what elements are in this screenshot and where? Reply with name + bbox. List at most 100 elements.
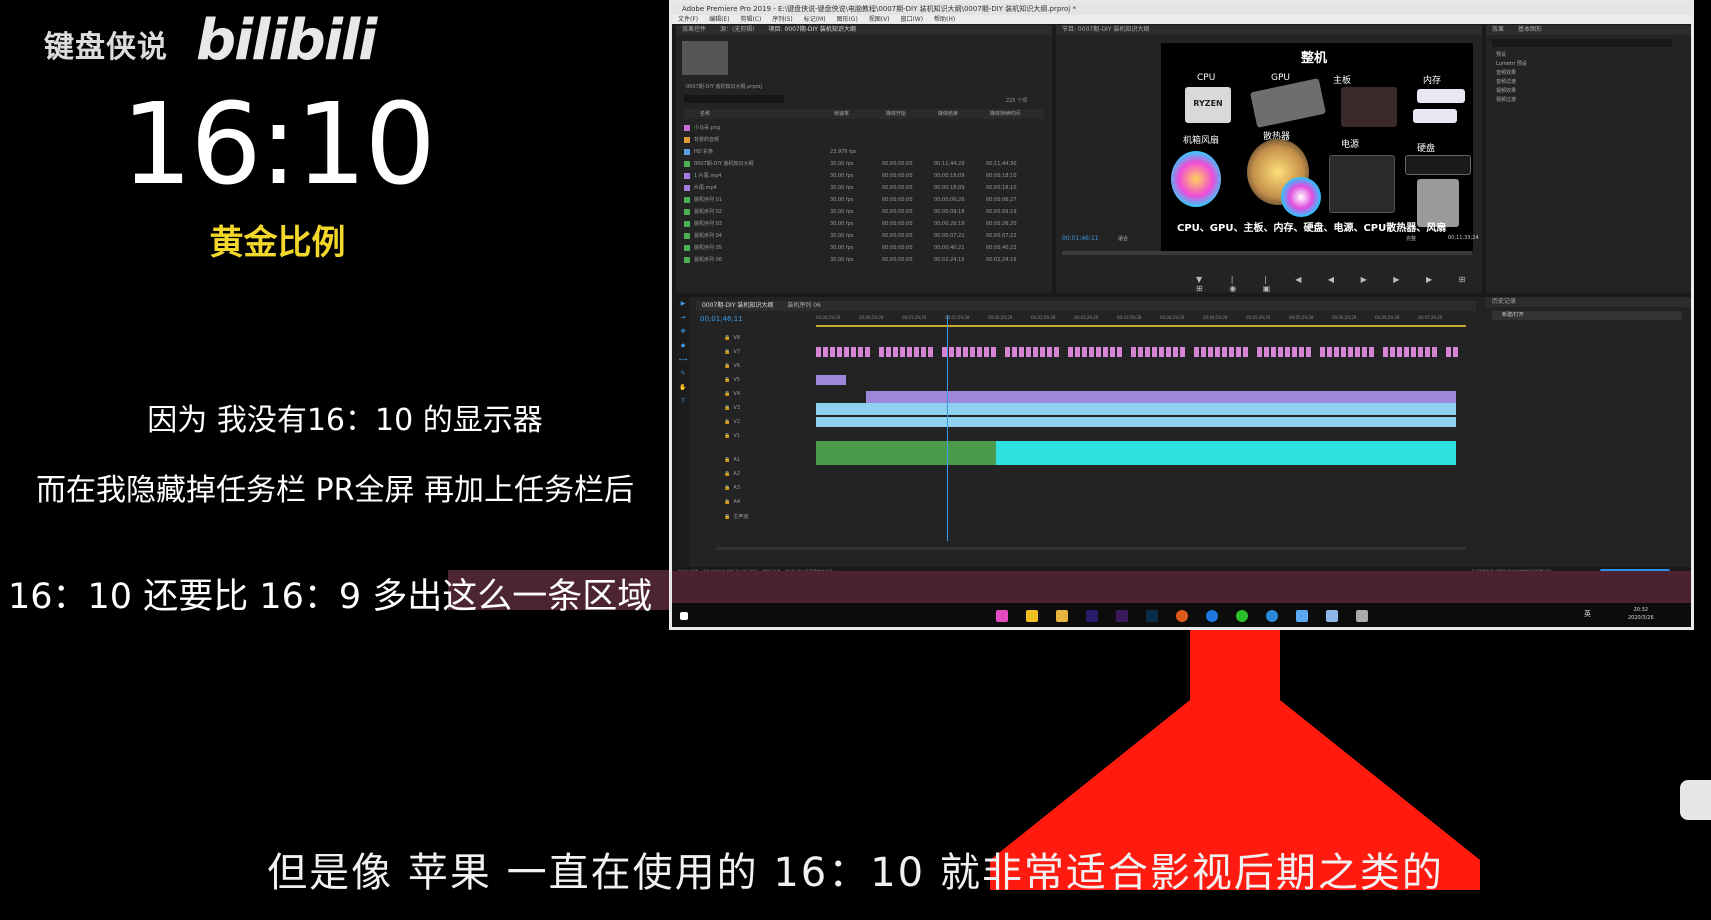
timeline-timecode[interactable]: 00;01;46;11 <box>700 315 743 323</box>
timeline-clip[interactable] <box>991 347 996 357</box>
timeline-clip[interactable] <box>1327 347 1332 357</box>
clock[interactable]: 20:32 2020/3/26 <box>1628 606 1654 622</box>
timeline-clip[interactable] <box>1425 347 1430 357</box>
timeline-clip[interactable] <box>1075 347 1080 357</box>
timeline-clip[interactable] <box>1040 347 1045 357</box>
fit-dropdown[interactable]: 适合 <box>1118 235 1128 242</box>
timeline-ruler[interactable]: 00;00;29;29 00;00;59;28 00;01;29;29 00;01;5… <box>816 315 1466 325</box>
timeline-clip[interactable] <box>1369 347 1374 357</box>
timeline-clip[interactable] <box>970 347 975 357</box>
timeline-clip[interactable] <box>1278 347 1283 357</box>
timeline-clip[interactable] <box>879 347 884 357</box>
tab-timeline-main[interactable]: 0007期-DIY 装机知识大纲 <box>702 302 773 309</box>
search-icon[interactable] <box>1266 610 1278 622</box>
timeline-clip[interactable] <box>1201 347 1206 357</box>
history-item[interactable]: 新建/打开 <box>1492 311 1682 320</box>
track-header[interactable]: 🔒 V1 <box>724 433 804 439</box>
project-row[interactable]: 装机序列 05 30.00 fps 00;00;00;00 00;00;40;21 00… <box>684 243 1044 254</box>
timeline-clip[interactable] <box>963 347 968 357</box>
timeline-clip[interactable] <box>1264 347 1269 357</box>
track-header[interactable]: 🔒 V7 <box>724 349 804 355</box>
timeline-clip[interactable] <box>1005 347 1010 357</box>
menu-clip[interactable]: 剪辑(C) <box>740 16 761 23</box>
timeline-clip[interactable] <box>1145 347 1150 357</box>
timeline-clip[interactable] <box>914 347 919 357</box>
app-icon[interactable] <box>1326 610 1338 622</box>
track-header[interactable]: 🔒 A4 <box>724 499 804 505</box>
effects-item[interactable]: Lumetri 预设 <box>1496 60 1527 69</box>
timeline-clip[interactable] <box>844 347 849 357</box>
project-row[interactable]: 1 片尾.mp4 30.00 fps 00;00;00;00 00;00;18;09 0… <box>684 171 1044 182</box>
firefox-icon[interactable] <box>1176 610 1188 622</box>
track-header[interactable]: 🔒 V5 <box>724 377 804 383</box>
tools-panel[interactable]: ▶ ⇥ ✥ ◆ ⟷ ✎ ✋ T <box>676 297 690 567</box>
timeline-clip[interactable] <box>1131 347 1136 357</box>
col-fps[interactable]: 帧速率 <box>834 109 886 119</box>
menu-help[interactable]: 帮助(H) <box>934 16 955 23</box>
pr-icon[interactable] <box>1116 610 1128 622</box>
project-row[interactable]: 装机序列 03 30.00 fps 00;00;00;00 00;00;26;19 00… <box>684 219 1044 230</box>
tab-project[interactable]: 项目: 0007期-DIY 装机知识大纲 <box>769 26 856 33</box>
ae-icon[interactable] <box>1086 610 1098 622</box>
track-header[interactable]: 🔒 V2 <box>724 419 804 425</box>
program-timecode[interactable]: 00;01;46;11 <box>1062 235 1099 242</box>
timeline-clip[interactable] <box>1362 347 1367 357</box>
timeline-clip[interactable] <box>1110 347 1115 357</box>
project-row[interactable]: 背景的音频 <box>684 135 1044 146</box>
col-duration[interactable]: 媒体持续时间 <box>990 109 1042 119</box>
menu-graphics[interactable]: 图形(G) <box>836 16 857 23</box>
timeline-clip[interactable] <box>893 347 898 357</box>
timeline-clip[interactable] <box>996 441 1456 465</box>
project-row[interactable]: 装机序列 04 30.00 fps 00;00;00;00 00;00;07;21 00… <box>684 231 1044 242</box>
tab-effect-controls[interactable]: 效果控件 <box>682 26 706 33</box>
playhead[interactable] <box>947 315 948 541</box>
timeline-clip[interactable] <box>921 347 926 357</box>
tab-effects[interactable]: 效果 <box>1492 26 1504 33</box>
transport-controls[interactable]: ▼ ❘ ❘ ◀ ◀ ▶ ▶ ▶ ⊞ ⊞ ◉ ▣ <box>1196 275 1482 293</box>
timeline-clip[interactable] <box>1229 347 1234 357</box>
timeline-clip[interactable] <box>1082 347 1087 357</box>
timeline-clip[interactable] <box>907 347 912 357</box>
timeline-clip[interactable] <box>858 347 863 357</box>
program-scrubber[interactable] <box>1062 251 1472 255</box>
folder-icon[interactable] <box>1056 610 1068 622</box>
track-header[interactable]: 🔒 A3 <box>724 485 804 491</box>
timeline-clip[interactable] <box>851 347 856 357</box>
timeline-clip[interactable] <box>823 347 828 357</box>
app-icon[interactable] <box>1296 610 1308 622</box>
effects-item[interactable]: 预设 <box>1496 51 1527 60</box>
ps-icon[interactable] <box>1146 610 1158 622</box>
timeline-clip[interactable] <box>1453 347 1458 357</box>
timeline-clip[interactable] <box>1194 347 1199 357</box>
timeline-clip[interactable] <box>886 347 891 357</box>
timeline-clip[interactable] <box>1173 347 1178 357</box>
timeline-clip[interactable] <box>1152 347 1157 357</box>
timeline-clip[interactable] <box>1103 347 1108 357</box>
timeline-clip[interactable] <box>1208 347 1213 357</box>
track-header[interactable]: 🔒 V6 <box>724 363 804 369</box>
timeline-clip[interactable] <box>949 347 954 357</box>
timeline-clips[interactable] <box>816 335 1466 545</box>
ime-indicator[interactable]: 英 <box>1584 609 1591 619</box>
effects-search-input[interactable] <box>1492 39 1672 47</box>
effects-item[interactable]: 视频过渡 <box>1496 96 1527 105</box>
col-start[interactable]: 媒体开始 <box>886 109 938 119</box>
menu-sequence[interactable]: 序列(S) <box>772 16 793 23</box>
timeline-clip[interactable] <box>1320 347 1325 357</box>
timeline-clip[interactable] <box>1047 347 1052 357</box>
timeline-clip[interactable] <box>1257 347 1262 357</box>
menu-view[interactable]: 视图(V) <box>869 16 890 23</box>
timeline-clip[interactable] <box>1019 347 1024 357</box>
timeline-clip[interactable] <box>816 403 1456 415</box>
tab-source[interactable]: 源：(无剪辑) <box>720 26 755 33</box>
menu-file[interactable]: 文件(F) <box>678 16 698 23</box>
timeline-clip[interactable] <box>865 347 870 357</box>
app-icon[interactable] <box>1356 610 1368 622</box>
menu-window[interactable]: 窗口(W) <box>900 16 923 23</box>
project-row[interactable]: 0007期-DIY 装机知识大纲 30.00 fps 00;00;00;00 00;1… <box>684 159 1044 170</box>
timeline-clip[interactable] <box>1243 347 1248 357</box>
timeline-clip[interactable] <box>1054 347 1059 357</box>
program-tab[interactable]: 节目: 0007期-DIY 装机知识大纲 <box>1056 25 1482 35</box>
timeline-clip[interactable] <box>1117 347 1122 357</box>
timeline-clip[interactable] <box>1390 347 1395 357</box>
